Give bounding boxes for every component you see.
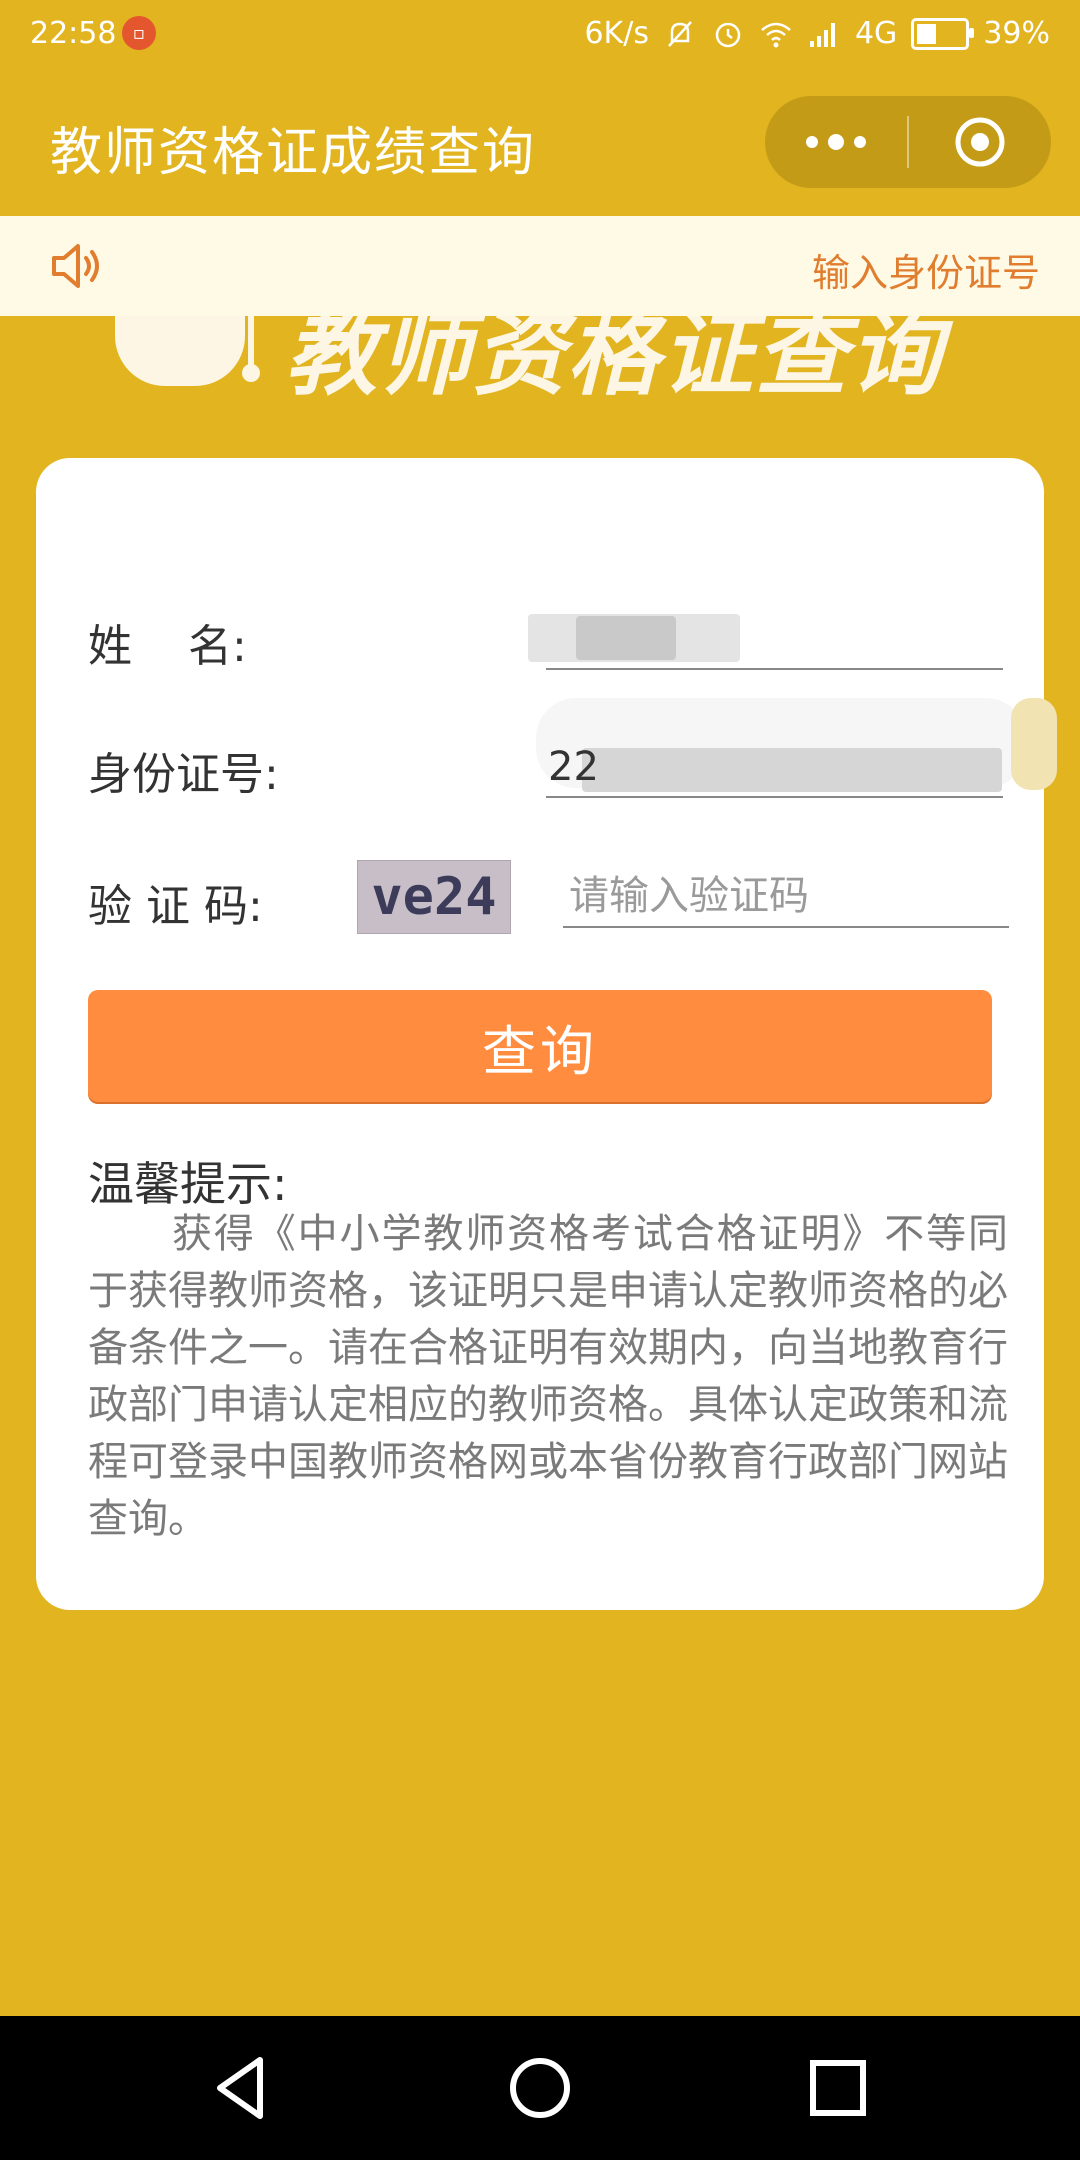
status-right: 6K/s 4G 39% xyxy=(584,16,1050,51)
name-value-redacted-core xyxy=(576,616,676,660)
captcha-input[interactable]: 请输入验证码 xyxy=(563,866,1009,928)
home-icon[interactable] xyxy=(502,2050,578,2126)
page-title: 教师资格证成绩查询 xyxy=(50,123,537,183)
query-card: 姓 名: 身份证号: 22 验 证 码: ve24 请输入验证码 查询 温馨提示… xyxy=(36,458,1057,1610)
graduation-cap-icon xyxy=(115,316,245,386)
captcha-label: 验 证 码: xyxy=(88,881,263,932)
app-notification-icon: ▫ xyxy=(122,16,156,50)
signal-icon xyxy=(809,22,835,47)
banner-logo: 教师资格证查询 xyxy=(110,316,990,416)
tips-title: 温馨提示: xyxy=(88,1157,288,1211)
name-input[interactable] xyxy=(546,668,1003,670)
id-value-redacted xyxy=(582,748,1002,792)
id-redaction-edge xyxy=(1011,698,1057,790)
query-button[interactable]: 查询 xyxy=(88,990,992,1102)
wifi-icon xyxy=(761,22,791,47)
battery-percent: 39% xyxy=(983,16,1050,51)
captcha-image[interactable]: ve24 xyxy=(357,860,511,934)
status-bar: 22:58 ▫ 6K/s 4G 39% xyxy=(0,0,1080,72)
network-speed: 6K/s xyxy=(584,16,649,51)
banner-text: 教师资格证查询 xyxy=(285,316,944,408)
system-navigation-bar xyxy=(0,2016,1080,2160)
cap-tassel-end xyxy=(242,364,260,382)
battery-level xyxy=(917,23,936,44)
mini-program-capsule xyxy=(765,96,1051,188)
target-close-icon[interactable] xyxy=(909,96,1051,188)
id-value-prefix: 22 xyxy=(548,744,599,790)
name-label: 姓 名: xyxy=(88,621,247,672)
tips-body: 获得《中小学教师资格考试合格证明》不等同于获得教师资格，该证明只是申请认定教师资… xyxy=(88,1211,1008,1542)
network-type: 4G xyxy=(854,16,898,51)
more-dots-icon[interactable] xyxy=(765,96,907,188)
alarm-icon xyxy=(715,22,741,47)
speaker-icon xyxy=(52,244,99,288)
back-icon[interactable] xyxy=(204,2050,280,2126)
battery-icon xyxy=(911,17,975,50)
recents-icon[interactable] xyxy=(800,2050,876,2126)
notice-text[interactable]: 输入身份证号 xyxy=(812,242,1040,297)
mini-program-titlebar: 教师资格证成绩查询 xyxy=(0,72,1080,216)
notice-bar: 输入身份证号 xyxy=(0,216,1080,316)
status-time: 22:58 xyxy=(30,16,117,51)
cap-tassel xyxy=(248,316,254,366)
mute-bell-icon xyxy=(668,20,692,47)
id-number-input[interactable] xyxy=(546,796,1003,798)
id-label: 身份证号: xyxy=(88,749,279,800)
